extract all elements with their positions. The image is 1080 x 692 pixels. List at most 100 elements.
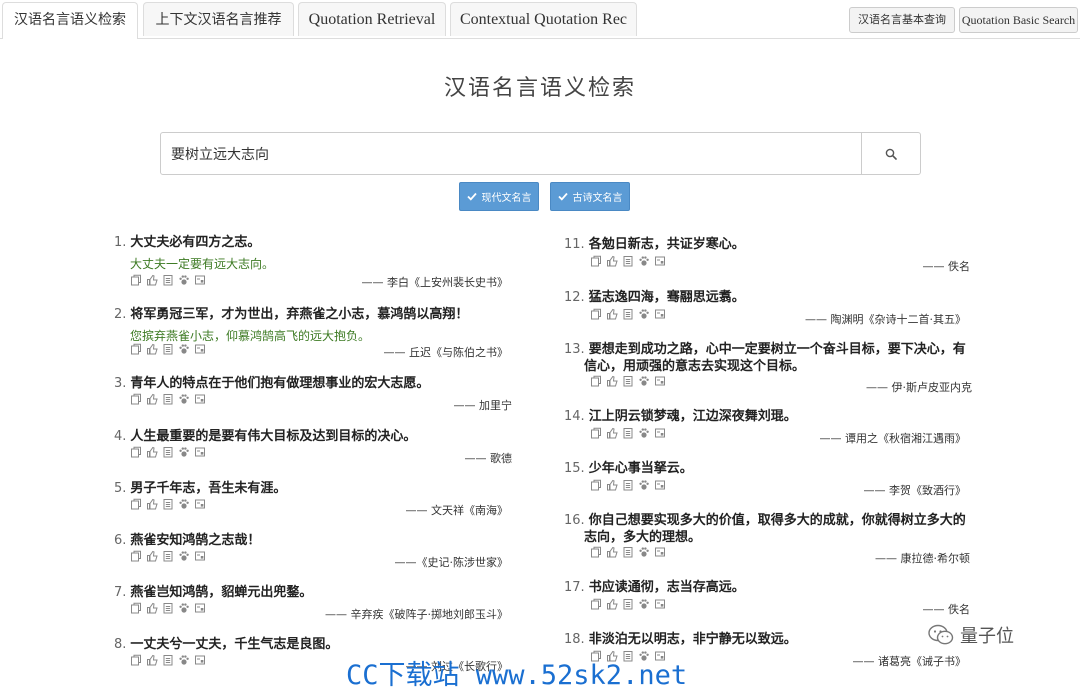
card-icon[interactable]	[654, 375, 666, 387]
document-icon[interactable]	[622, 308, 634, 320]
paw-icon[interactable]	[178, 274, 190, 286]
card-icon[interactable]	[194, 498, 206, 510]
document-icon[interactable]	[162, 654, 174, 666]
paw-icon[interactable]	[178, 393, 190, 405]
filter-classical-button[interactable]: 古诗文名言	[550, 182, 630, 211]
quote-text[interactable]: 3. 青年人的特点在于他们抱有做理想事业的宏大志愿。	[114, 375, 429, 392]
card-icon[interactable]	[654, 427, 666, 439]
basic-search-en-button[interactable]: Quotation Basic Search	[959, 7, 1078, 33]
thumbs-up-icon[interactable]	[606, 255, 618, 267]
copy-icon[interactable]	[130, 393, 142, 405]
thumbs-up-icon[interactable]	[606, 598, 618, 610]
document-icon[interactable]	[162, 550, 174, 562]
document-icon[interactable]	[162, 602, 174, 614]
quote-text[interactable]: 7. 燕雀岂知鸿鹄，貂蝉元出兜鍪。	[114, 584, 312, 601]
card-icon[interactable]	[194, 550, 206, 562]
quote-text[interactable]: 16. 你自己想要实现多大的价值，取得多大的成就，你就得树立多大的志向，多大的理想…	[564, 512, 974, 546]
paw-icon[interactable]	[638, 375, 650, 387]
copy-icon[interactable]	[130, 654, 142, 666]
tab-contextual-quotation-rec[interactable]: Contextual Quotation Rec	[450, 2, 637, 36]
document-icon[interactable]	[622, 255, 634, 267]
paw-icon[interactable]	[178, 446, 190, 458]
document-icon[interactable]	[162, 498, 174, 510]
quote-text[interactable]: 8. 一丈夫兮一丈夫，千生气志是良图。	[114, 636, 338, 653]
document-icon[interactable]	[622, 427, 634, 439]
quote-text[interactable]: 15. 少年心事当拏云。	[564, 460, 693, 477]
copy-icon[interactable]	[590, 598, 602, 610]
basic-search-zh-button[interactable]: 汉语名言基本查询	[849, 7, 955, 33]
card-icon[interactable]	[194, 602, 206, 614]
tab-semantic-search[interactable]: 汉语名言语义检索	[2, 2, 138, 39]
filter-modern-button[interactable]: 现代文名言	[459, 182, 539, 211]
copy-icon[interactable]	[130, 602, 142, 614]
thumbs-up-icon[interactable]	[606, 427, 618, 439]
thumbs-up-icon[interactable]	[606, 308, 618, 320]
document-icon[interactable]	[162, 274, 174, 286]
thumbs-up-icon[interactable]	[606, 375, 618, 387]
paw-icon[interactable]	[638, 546, 650, 558]
document-icon[interactable]	[622, 479, 634, 491]
search-input[interactable]	[161, 133, 861, 174]
card-icon[interactable]	[194, 274, 206, 286]
quote-text[interactable]: 13. 要想走到成功之路，心中一定要树立一个奋斗目标，要下决心，有信心，用顽强的意…	[564, 341, 974, 375]
tab-contextual-recommend[interactable]: 上下文汉语名言推荐	[143, 2, 294, 36]
card-icon[interactable]	[654, 598, 666, 610]
paw-icon[interactable]	[638, 427, 650, 439]
card-icon[interactable]	[654, 546, 666, 558]
document-icon[interactable]	[162, 446, 174, 458]
thumbs-up-icon[interactable]	[146, 602, 158, 614]
search-button[interactable]	[861, 133, 920, 174]
card-icon[interactable]	[654, 308, 666, 320]
document-icon[interactable]	[622, 598, 634, 610]
quote-text[interactable]: 6. 燕雀安知鸿鹄之志哉！	[114, 532, 260, 549]
quote-text[interactable]: 2. 将军勇冠三军，才为世出，弃燕雀之小志，慕鸿鹄以高翔！	[114, 306, 468, 323]
paw-icon[interactable]	[178, 550, 190, 562]
quote-text[interactable]: 14. 江上阴云锁梦魂，江边深夜舞刘琨。	[564, 408, 797, 425]
thumbs-up-icon[interactable]	[146, 654, 158, 666]
copy-icon[interactable]	[590, 479, 602, 491]
quote-text[interactable]: 4. 人生最重要的是要有伟大目标及达到目标的决心。	[114, 428, 416, 445]
document-icon[interactable]	[162, 343, 174, 355]
paw-icon[interactable]	[638, 255, 650, 267]
thumbs-up-icon[interactable]	[146, 274, 158, 286]
paw-icon[interactable]	[178, 654, 190, 666]
thumbs-up-icon[interactable]	[146, 550, 158, 562]
card-icon[interactable]	[194, 654, 206, 666]
quote-text[interactable]: 12. 猛志逸四海，骞翮思远翥。	[564, 289, 745, 306]
quote-text[interactable]: 1. 大丈夫必有四方之志。	[114, 234, 260, 251]
copy-icon[interactable]	[130, 343, 142, 355]
copy-icon[interactable]	[130, 498, 142, 510]
copy-icon[interactable]	[130, 274, 142, 286]
card-icon[interactable]	[194, 446, 206, 458]
copy-icon[interactable]	[590, 308, 602, 320]
paw-icon[interactable]	[638, 598, 650, 610]
thumbs-up-icon[interactable]	[146, 393, 158, 405]
copy-icon[interactable]	[130, 550, 142, 562]
copy-icon[interactable]	[590, 546, 602, 558]
paw-icon[interactable]	[178, 602, 190, 614]
thumbs-up-icon[interactable]	[606, 546, 618, 558]
card-icon[interactable]	[654, 479, 666, 491]
thumbs-up-icon[interactable]	[146, 446, 158, 458]
paw-icon[interactable]	[638, 308, 650, 320]
document-icon[interactable]	[622, 546, 634, 558]
quote-text[interactable]: 17. 书应读通彻，志当存高远。	[564, 579, 745, 596]
quote-text[interactable]: 5. 男子千年志，吾生未有涯。	[114, 480, 286, 497]
thumbs-up-icon[interactable]	[146, 343, 158, 355]
quote-text[interactable]: 11. 各勉日新志，共证岁寒心。	[564, 236, 745, 253]
document-icon[interactable]	[162, 393, 174, 405]
card-icon[interactable]	[654, 255, 666, 267]
copy-icon[interactable]	[130, 446, 142, 458]
quote-text[interactable]: 18. 非淡泊无以明志，非宁静无以致远。	[564, 631, 797, 648]
paw-icon[interactable]	[178, 498, 190, 510]
thumbs-up-icon[interactable]	[146, 498, 158, 510]
paw-icon[interactable]	[638, 479, 650, 491]
copy-icon[interactable]	[590, 427, 602, 439]
paw-icon[interactable]	[178, 343, 190, 355]
card-icon[interactable]	[194, 393, 206, 405]
copy-icon[interactable]	[590, 375, 602, 387]
tab-quotation-retrieval[interactable]: Quotation Retrieval	[298, 2, 446, 36]
card-icon[interactable]	[194, 343, 206, 355]
document-icon[interactable]	[622, 375, 634, 387]
thumbs-up-icon[interactable]	[606, 479, 618, 491]
